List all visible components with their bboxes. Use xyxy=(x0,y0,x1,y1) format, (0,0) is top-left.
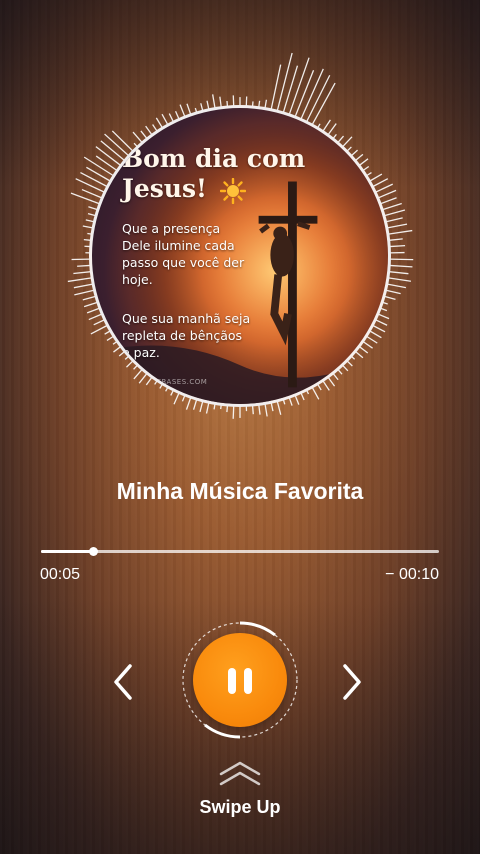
progress-bar[interactable] xyxy=(41,547,439,556)
visualizer-bar xyxy=(251,405,254,415)
visualizer-bar xyxy=(389,244,406,248)
album-art-watermark: SFRASES.COM xyxy=(152,378,208,386)
visualizer-bar xyxy=(389,271,409,275)
visualizer-bar xyxy=(387,283,407,289)
sun-icon xyxy=(219,177,246,204)
progress-thumb[interactable] xyxy=(88,547,98,556)
album-art-text-1: Que a presença Dele ilumine cada passo q… xyxy=(122,221,245,287)
visualizer-bar xyxy=(389,238,403,241)
visualizer-bar xyxy=(276,52,293,111)
visualizer-bar xyxy=(385,289,401,295)
album-art-title-line1: Bom dia com xyxy=(122,144,306,173)
album-art-title-line2: Jesus! xyxy=(122,174,208,203)
previous-button[interactable] xyxy=(106,660,142,704)
chevron-left-icon xyxy=(114,664,132,700)
album-art-title: Bom dia com Jesus! xyxy=(122,144,362,204)
song-title: Minha Música Favorita xyxy=(116,478,364,504)
progress-fill xyxy=(41,550,93,553)
visualizer-bar xyxy=(388,277,412,282)
visualizer-bar xyxy=(73,271,91,275)
playback-controls xyxy=(0,620,480,740)
remaining-time: − 00:10 xyxy=(385,566,439,583)
chevron-double-up-icon[interactable] xyxy=(217,760,263,786)
visualizer-bar xyxy=(258,404,261,415)
visualizer-bar xyxy=(205,402,210,414)
elapsed-time: 00:05 xyxy=(40,566,81,583)
album-art-text-2: Que sua manhã seja repleta de bênçãos e … xyxy=(122,311,251,360)
chevron-right-icon xyxy=(343,664,361,700)
album-art: Bom dia com Jesus! Que a presença Dele i… xyxy=(89,105,391,407)
visualizer-bar xyxy=(232,405,235,419)
pause-icon-bar xyxy=(244,668,252,694)
visualizer-bar xyxy=(67,277,92,283)
pause-button[interactable] xyxy=(193,633,287,727)
next-button[interactable] xyxy=(333,660,369,704)
visualizer-bar xyxy=(387,223,408,229)
visualizer-bar xyxy=(385,217,403,223)
swipe-up-label[interactable]: Swipe Up xyxy=(0,797,480,818)
visualizer-bar xyxy=(282,65,299,113)
visualizer-bar xyxy=(388,229,413,235)
visualizer-bar xyxy=(389,264,413,268)
pause-icon xyxy=(228,668,236,694)
visualizer-bar xyxy=(73,283,93,289)
visualizer-bar xyxy=(264,403,268,417)
